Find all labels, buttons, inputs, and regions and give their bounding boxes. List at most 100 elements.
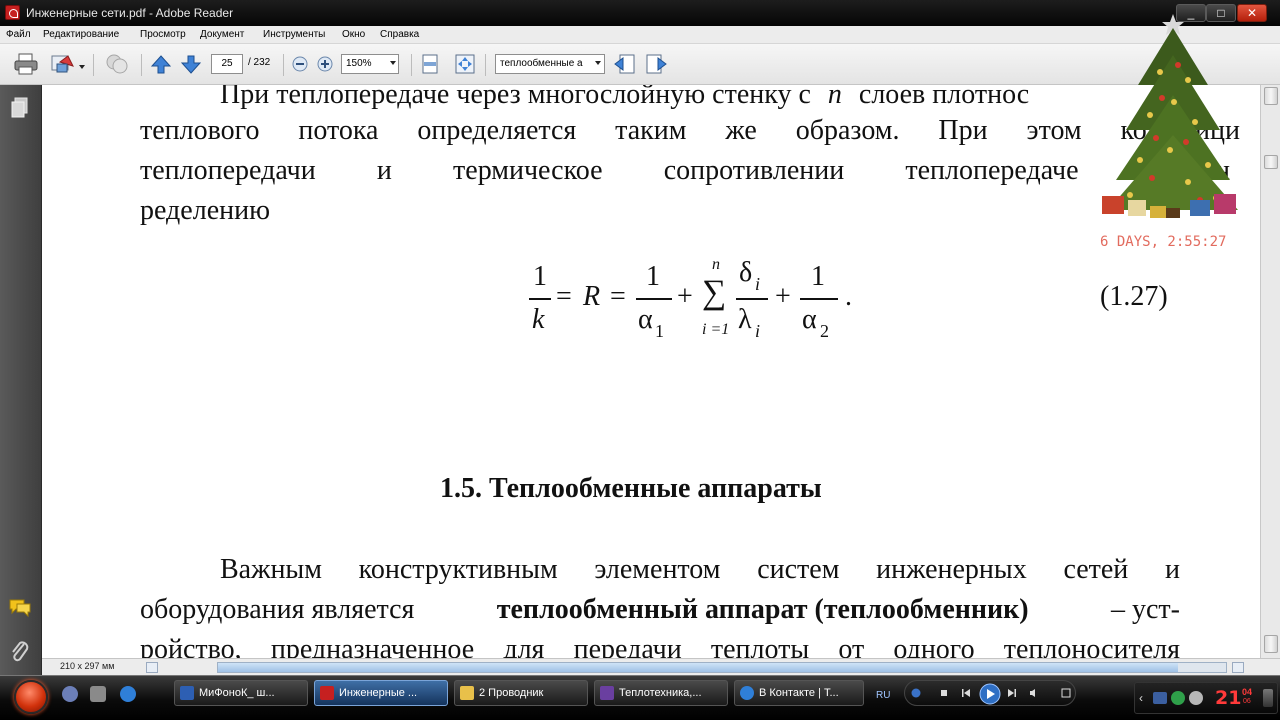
- adobe-reader-icon: [5, 5, 20, 20]
- search-value: теплообменные а: [500, 58, 583, 69]
- menu-document[interactable]: Документ: [200, 29, 244, 40]
- formula-one: 1: [533, 261, 547, 292]
- horizontal-scroll-thumb[interactable]: [218, 663, 1178, 672]
- print-icon[interactable]: [14, 53, 38, 75]
- menu-window[interactable]: Окно: [342, 29, 365, 40]
- menu-tools[interactable]: Инструменты: [263, 29, 325, 40]
- show-desktop-button[interactable]: [1263, 689, 1273, 707]
- formula-eq: =: [556, 281, 572, 312]
- sum-sign: ∑: [702, 274, 727, 311]
- menu-edit[interactable]: Редактирование: [43, 29, 119, 40]
- internet-explorer-icon: [740, 686, 754, 700]
- fraction-bar: [800, 298, 838, 300]
- menu-view[interactable]: Просмотр: [140, 29, 186, 40]
- document-view[interactable]: При теплопередаче через многослойную сте…: [42, 85, 1260, 658]
- formula-alpha: α: [638, 304, 653, 335]
- system-tray: ‹ 21 04 06: [1134, 682, 1278, 714]
- menu-help[interactable]: Справка: [380, 29, 419, 40]
- scroll-left-button[interactable]: [146, 662, 158, 673]
- formula-eq: =: [610, 281, 626, 312]
- page-size: 210 x 297 мм: [60, 661, 115, 671]
- christmas-tree-gadget[interactable]: [1090, 10, 1240, 255]
- fraction-bar: [736, 298, 768, 300]
- zoom-in-icon[interactable]: [317, 56, 333, 72]
- horizontal-scrollbar[interactable]: [217, 662, 1227, 673]
- task-button[interactable]: 2 Проводник: [454, 680, 588, 706]
- clock-hours: 21: [1215, 687, 1242, 709]
- find-next-icon[interactable]: [645, 54, 667, 74]
- formula-alpha: α: [802, 304, 817, 335]
- task-label: 2 Проводник: [479, 687, 544, 699]
- formula-period: .: [845, 281, 852, 312]
- scroll-thumb[interactable]: [1264, 155, 1278, 169]
- volume-tray-icon[interactable]: [1189, 691, 1203, 705]
- formula-1-27: 1 k = R = 1 α 1 + n ∑ i =1 δ i λ i + 1 α…: [42, 85, 1260, 365]
- collaborate-icon[interactable]: [104, 52, 130, 76]
- previous-page-icon[interactable]: [151, 54, 171, 74]
- menu-bar: Файл Редактирование Просмотр Документ Ин…: [0, 26, 1280, 44]
- doc-para2-line-1: Важным конструктивным элементом систем и…: [220, 554, 1180, 585]
- formula-subscript: 1: [655, 321, 664, 341]
- doc-text: – уст-: [1110, 594, 1180, 625]
- word-icon: [180, 686, 194, 700]
- formula-subscript: i: [755, 321, 761, 341]
- navigation-panel: [0, 85, 42, 675]
- next-track-icon[interactable]: [1007, 688, 1017, 698]
- fit-page-icon[interactable]: [455, 54, 475, 74]
- task-button[interactable]: В Контакте | Т...: [734, 680, 864, 706]
- next-page-icon[interactable]: [181, 54, 201, 74]
- formula-one: 1: [811, 261, 825, 292]
- email-icon[interactable]: [50, 52, 76, 76]
- formula-k: k: [532, 304, 545, 335]
- tray-expand-icon[interactable]: ‹: [1139, 691, 1143, 705]
- comments-icon[interactable]: [8, 597, 32, 619]
- clock-minutes: 04: [1242, 687, 1253, 697]
- quick-launch-desktop-icon[interactable]: [90, 686, 106, 702]
- task-button[interactable]: Теплотехника,...: [594, 680, 728, 706]
- toolbar-separator: [93, 54, 94, 76]
- adobe-reader-icon: [320, 686, 334, 700]
- doc-text: оборудования является: [140, 594, 415, 625]
- attachments-icon[interactable]: [10, 640, 30, 664]
- task-button[interactable]: МиФоноК_ ш...: [174, 680, 308, 706]
- scroll-up-button[interactable]: [1264, 87, 1278, 105]
- scroll-right-button[interactable]: [1232, 662, 1244, 673]
- screen: Инженерные сети.pdf - Adobe Reader _ □ ✕…: [0, 0, 1280, 720]
- vertical-scrollbar[interactable]: [1260, 85, 1280, 658]
- find-previous-icon[interactable]: [614, 54, 636, 74]
- zoom-out-icon[interactable]: [292, 56, 308, 72]
- close-button[interactable]: ✕: [1237, 4, 1267, 22]
- zoom-value: 150%: [346, 58, 372, 69]
- fit-width-icon[interactable]: [421, 54, 439, 74]
- quick-launch-browser-icon[interactable]: [120, 686, 136, 702]
- scroll-down-button[interactable]: [1264, 635, 1278, 653]
- sum-upper: n: [712, 256, 720, 273]
- quick-launch-media-icon[interactable]: [62, 686, 78, 702]
- start-button[interactable]: [14, 680, 48, 714]
- doc-para2-line-2: оборудования является теплообменный аппа…: [140, 594, 1180, 626]
- restore-player-icon[interactable]: [1061, 688, 1071, 698]
- network-icon[interactable]: [1171, 691, 1185, 705]
- close-icon: ✕: [1246, 6, 1258, 20]
- play-icon[interactable]: [979, 683, 1001, 705]
- menu-file[interactable]: Файл: [6, 29, 31, 40]
- christmas-countdown: 6 DAYS, 2:55:27: [1100, 234, 1227, 250]
- zoom-select[interactable]: 150%: [341, 54, 399, 74]
- task-button-active[interactable]: Инженерные ...: [314, 680, 448, 706]
- media-mode-icon[interactable]: [911, 688, 921, 698]
- previous-track-icon[interactable]: [961, 688, 971, 698]
- formula-delta: δ: [739, 257, 753, 288]
- email-dropdown-icon[interactable]: [79, 65, 85, 69]
- language-bar-icon[interactable]: [1153, 692, 1167, 704]
- language-indicator[interactable]: RU: [876, 690, 890, 701]
- formula-number: (1.27): [1100, 281, 1168, 312]
- status-bar: 210 x 297 мм: [42, 658, 1280, 675]
- page-number-input[interactable]: 25: [211, 54, 243, 74]
- pages-icon[interactable]: [10, 97, 30, 119]
- formula-plus: +: [775, 281, 791, 312]
- formula-subscript: i: [755, 274, 761, 294]
- formula-plus: +: [677, 281, 693, 312]
- search-input[interactable]: теплообменные а: [495, 54, 605, 74]
- volume-icon[interactable]: [1029, 688, 1039, 698]
- stop-icon[interactable]: [939, 688, 949, 698]
